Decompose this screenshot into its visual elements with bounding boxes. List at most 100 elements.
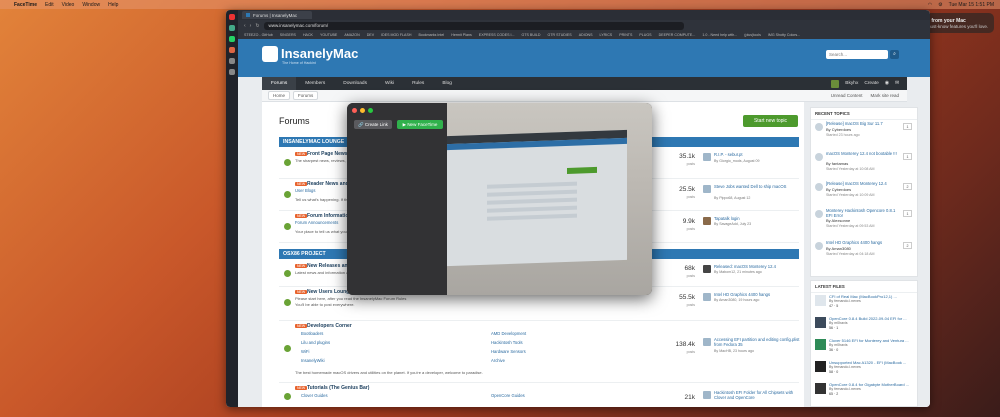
subforum-link[interactable]: Hardware Sensors [491, 349, 526, 354]
forum-row[interactable]: NEW Developers Corner Bootloaders Lilu a… [279, 321, 799, 383]
bookmark-item[interactable]: GTR STUDIES [548, 33, 572, 37]
tab-forums[interactable]: Forums | InsanelyMac [242, 11, 312, 19]
site-search-input[interactable]: Search... [826, 50, 888, 59]
file-item[interactable]: Clover 5146 EFI for Monterey and Ventura… [815, 338, 915, 360]
bookmark-item[interactable]: Hermit Plans [451, 33, 472, 37]
nav-rules[interactable]: Rules [403, 77, 433, 90]
nav-members[interactable]: Members [296, 77, 334, 90]
user-avatar[interactable] [831, 79, 840, 88]
bookmark-item[interactable]: AMAZON [344, 33, 359, 37]
subforum-link[interactable]: AMD Development [491, 331, 526, 336]
bookmark-item[interactable]: LYRICS [599, 33, 612, 37]
recent-topic-title[interactable]: Intel HD Graphics 4400 hangs [826, 240, 901, 245]
bookmark-item[interactable]: GTS BUILD [522, 33, 541, 37]
recent-topic-item[interactable]: [Release] macOS Big Sur 11.7 By Cyberdoe… [815, 121, 915, 149]
bookmark-item[interactable]: EXPRESS CODES I... [479, 33, 515, 37]
breadcrumb-home[interactable]: Home [268, 91, 291, 100]
file-thumbnail[interactable] [815, 339, 826, 350]
subforum-link[interactable]: Hackintosh Tools [491, 340, 523, 345]
forum-title[interactable]: Tutorials (The Genius Bar) [307, 385, 369, 391]
last-post-title[interactable]: Hackintosh EFI Folder for All Chipsets w… [714, 390, 804, 400]
breadcrumb-forums[interactable]: Forums [293, 91, 319, 100]
insanelymac-logo-icon[interactable] [262, 46, 278, 62]
unread-content-link[interactable]: Unread Content [831, 93, 863, 98]
subforum-link[interactable]: Archive [491, 358, 505, 363]
nav-wiki[interactable]: Wiki [376, 77, 403, 90]
bookmark-item[interactable]: YOUTUBE [320, 33, 337, 37]
last-poster-avatar[interactable] [703, 265, 711, 273]
avatar[interactable] [815, 123, 823, 131]
subforum-link[interactable]: InsanelyWiki [301, 358, 325, 363]
menu-edit[interactable]: Edit [45, 2, 54, 8]
inbox-icon[interactable]: ✉ [895, 81, 899, 86]
back-icon[interactable]: ‹ [244, 23, 246, 29]
wifi-icon[interactable]: ◠ [928, 2, 932, 8]
file-thumbnail[interactable] [815, 361, 826, 372]
bookmark-item[interactable]: IDES MOD FLASH [381, 33, 411, 37]
bookmark-item[interactable]: (plus)tools [744, 33, 761, 37]
url-field[interactable]: www.insanelymac.com/forum/ [263, 21, 684, 30]
subforum-link[interactable]: Forum Announcements [295, 220, 338, 225]
notifications-icon[interactable]: ◉ [885, 81, 889, 86]
file-thumbnail[interactable] [815, 295, 826, 306]
subforum-link[interactable]: WiFi [301, 349, 309, 354]
subforum-link[interactable]: Bootloaders [301, 331, 323, 336]
facetime-window[interactable]: 🔗 Create Link ▶ New FaceTime [347, 103, 652, 295]
recent-topic-title[interactable]: Monterey Hackintosh Opencore 0.8.1 EFI E… [826, 208, 901, 218]
avatar[interactable] [815, 210, 823, 218]
nav-forums[interactable]: Forums [262, 77, 297, 90]
bookmark-item[interactable]: STEEZO - GitHub [244, 33, 273, 37]
last-post-title[interactable]: Released: macOS Monterey 12.4 [714, 264, 804, 269]
subforum-link[interactable]: OpenCore Guides [491, 393, 525, 398]
last-post-title[interactable]: Intel HD Graphics 4400 hangs [714, 292, 804, 297]
last-post-title[interactable]: Accessing EFI partition and editing conf… [714, 337, 804, 347]
avatar[interactable] [815, 242, 823, 250]
create-link-button[interactable]: 🔗 Create Link [354, 120, 392, 129]
new-facetime-button[interactable]: ▶ New FaceTime [397, 120, 443, 129]
last-post-title[interactable]: Steve Jobs wanted Dell to ship macOS [714, 184, 804, 189]
bookmark-item[interactable]: DEEPER COMPUTE... [659, 33, 696, 37]
file-item[interactable]: CFI of Real Mac (MacBookPro12,1) ... By … [815, 294, 915, 316]
start-new-topic-button[interactable]: Start new topic [743, 115, 798, 127]
file-item[interactable]: OpenCore 0.8.4 Build 2022-09-04 EFI for … [815, 316, 915, 338]
history-icon[interactable] [229, 58, 235, 64]
nav-blog[interactable]: Blog [433, 77, 461, 90]
opera-icon[interactable] [229, 14, 235, 20]
bookmark-item[interactable]: PLUGS [639, 33, 651, 37]
last-post-title[interactable]: R.I.P. - sebur.pt [714, 152, 804, 157]
bookmark-item[interactable]: 1.0 - Need help with... [702, 33, 737, 37]
settings-icon[interactable] [229, 69, 235, 75]
file-item[interactable]: OpenCore 0.8.4 for Gigabyte MotherBoard … [815, 382, 915, 404]
subforum-link[interactable]: Clover Guides [301, 393, 328, 398]
recent-topic-title[interactable]: macOS Monterey 12.4 not bootable !!! [826, 151, 901, 156]
menu-window[interactable]: Window [82, 2, 100, 8]
reload-icon[interactable]: ↻ [255, 23, 259, 29]
create-menu[interactable]: Create [864, 81, 878, 86]
subforum-link[interactable]: User Blogs [295, 188, 315, 193]
avatar[interactable] [815, 153, 823, 161]
mark-site-read-link[interactable]: Mark site read [870, 93, 899, 98]
control-center-icon[interactable]: ⚙ [938, 2, 942, 8]
recent-topic-item[interactable]: macOS Monterey 12.4 not bootable !!! By … [815, 151, 915, 179]
bookmark-item[interactable]: PRINTS [619, 33, 632, 37]
bookmark-item[interactable]: ADIONS [579, 33, 593, 37]
forward-icon[interactable]: › [250, 23, 252, 29]
recent-topic-item[interactable]: Monterey Hackintosh Opencore 0.8.1 EFI E… [815, 208, 915, 236]
last-poster-avatar[interactable] [703, 217, 711, 225]
messenger-icon[interactable] [229, 25, 235, 31]
menu-app-name[interactable]: FaceTime [14, 2, 37, 8]
recent-topic-title[interactable]: [Release] macOS Big Sur 11.7 [826, 121, 901, 126]
file-thumbnail[interactable] [815, 383, 826, 394]
instagram-icon[interactable] [229, 47, 235, 53]
menubar-clock[interactable]: Tue Mar 15 1:51 PM [949, 2, 994, 8]
last-poster-avatar[interactable] [703, 153, 711, 161]
zoom-icon[interactable] [368, 108, 373, 113]
last-poster-avatar[interactable] [703, 391, 711, 399]
whatsapp-icon[interactable] [229, 36, 235, 42]
file-thumbnail[interactable] [815, 317, 826, 328]
avatar[interactable] [815, 183, 823, 191]
site-logo[interactable]: InsanelyMac [281, 46, 358, 61]
forum-title[interactable]: Developers Corner [307, 323, 352, 329]
bookmark-item[interactable]: DEV [367, 33, 374, 37]
bookmark-item[interactable]: IMG Shotty Colors... [768, 33, 800, 37]
